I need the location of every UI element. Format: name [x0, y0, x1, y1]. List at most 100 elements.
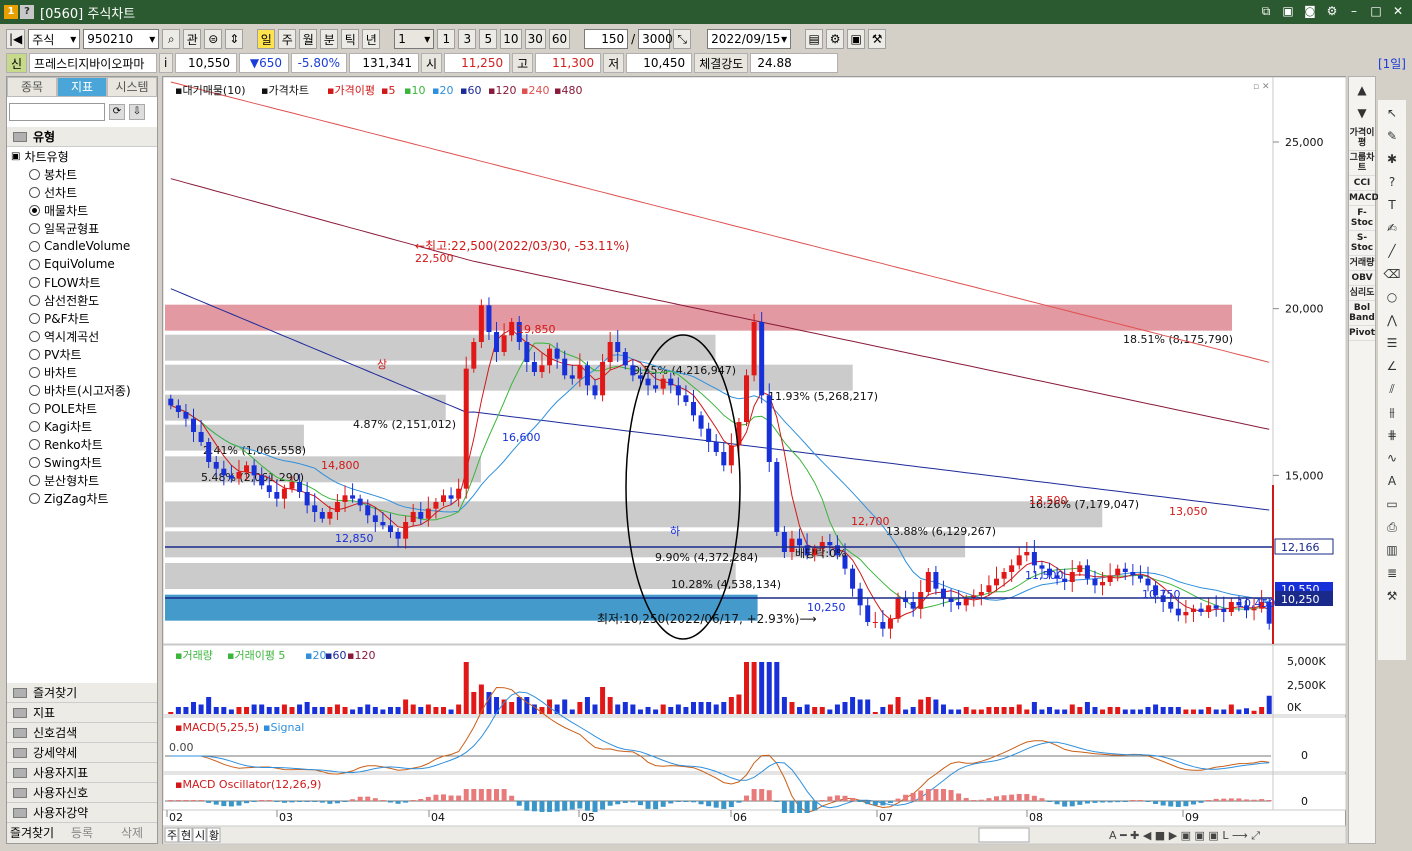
radio-icon[interactable]: [29, 492, 40, 504]
quick-3[interactable]: 3: [458, 29, 477, 49]
layers-icon[interactable]: ≣: [1382, 563, 1402, 583]
quick-10[interactable]: 10: [500, 29, 522, 49]
interval-select[interactable]: 1 ▾: [394, 29, 435, 49]
date-input[interactable]: 2022/09/15 ▾: [707, 29, 792, 49]
tab-indicator[interactable]: 지표: [57, 77, 107, 97]
radio-icon[interactable]: [29, 276, 40, 288]
download-icon[interactable]: ⇩: [129, 104, 145, 120]
eraser-icon[interactable]: ⌫: [1382, 264, 1402, 284]
search-icon[interactable]: ⌕: [162, 29, 181, 49]
period-month[interactable]: 월: [299, 29, 318, 49]
indicator-shortcut[interactable]: F-Stoc: [1349, 206, 1375, 231]
fib-icon[interactable]: ☰: [1382, 333, 1402, 353]
settings-icon[interactable]: ⚙: [1324, 3, 1340, 19]
spin-icon[interactable]: ⇕: [225, 29, 244, 49]
radio-icon[interactable]: [29, 294, 40, 306]
group-type[interactable]: 유형: [7, 127, 157, 147]
tools-icon[interactable]: ⚒: [868, 29, 887, 49]
indicator-shortcut[interactable]: OBV: [1349, 271, 1375, 286]
radio-icon[interactable]: [29, 240, 40, 252]
quick-5[interactable]: 5: [479, 29, 498, 49]
chart-type-item[interactable]: ZigZag차트: [11, 489, 157, 507]
grid-icon[interactable]: ⋕: [1382, 425, 1402, 445]
radio-icon[interactable]: [29, 204, 40, 216]
tool-icon[interactable]: ⚒: [1382, 586, 1402, 606]
radio-icon[interactable]: [29, 456, 40, 468]
indicator-search-input[interactable]: [9, 103, 105, 121]
help-icon[interactable]: ?: [1382, 172, 1402, 192]
indicator-shortcut[interactable]: 가격이평: [1349, 126, 1375, 151]
gear-icon[interactable]: ⚙: [826, 29, 845, 49]
delete-icon[interactable]: ✎: [1382, 126, 1402, 146]
radio-icon[interactable]: [29, 474, 40, 486]
quick-60[interactable]: 60: [548, 29, 571, 49]
indicator-shortcut[interactable]: S-Stoc: [1349, 231, 1375, 256]
chart-type-item[interactable]: 바차트: [11, 363, 157, 381]
line-icon[interactable]: ╱: [1382, 241, 1402, 261]
gann-icon[interactable]: ⫵: [1382, 402, 1402, 422]
print-icon[interactable]: ⎙: [1382, 517, 1402, 537]
folder-0[interactable]: 즐겨찾기: [7, 683, 157, 703]
indicator-shortcut[interactable]: 거래량: [1349, 256, 1375, 271]
radio-icon[interactable]: [29, 384, 40, 396]
scroll-up-icon[interactable]: ▲: [1352, 80, 1372, 100]
count-input[interactable]: 150: [584, 29, 629, 49]
cycle-icon[interactable]: ∿: [1382, 448, 1402, 468]
chart-type-item[interactable]: 삼선전환도: [11, 291, 157, 309]
compare-icon[interactable]: ⊜: [204, 29, 223, 49]
radio-icon[interactable]: [29, 222, 40, 234]
chart-type-item[interactable]: 역시계곡선: [11, 327, 157, 345]
stock-chart-svg[interactable]: 18.51% (8,175,790)9.55% (4,216,947)11.93…: [162, 76, 1347, 845]
folder-1[interactable]: 지표: [7, 703, 157, 723]
folder-4[interactable]: 사용자지표: [7, 763, 157, 783]
all-icon[interactable]: ✱: [1382, 149, 1402, 169]
bottom-tab-2[interactable]: 삭제: [107, 823, 157, 843]
period-year[interactable]: 년: [362, 29, 381, 49]
chart-type-item[interactable]: CandleVolume: [11, 237, 157, 255]
disk-icon[interactable]: ▣: [847, 29, 866, 49]
radio-icon[interactable]: [29, 402, 40, 414]
chart-type-item[interactable]: 분산형차트: [11, 471, 157, 489]
link-icon[interactable]: ⧉: [1258, 3, 1274, 19]
zoom-icon[interactable]: ⤡: [673, 29, 692, 49]
chart-type-item[interactable]: Kagi차트: [11, 417, 157, 435]
quick-1[interactable]: 1: [437, 29, 456, 49]
folder-3[interactable]: 강세약세: [7, 743, 157, 763]
prev-stock-icon[interactable]: |◀: [6, 29, 26, 49]
indicator-shortcut[interactable]: Bol Band: [1349, 301, 1375, 326]
tab-stock[interactable]: 종목: [7, 77, 57, 97]
save-icon[interactable]: ▣: [1280, 3, 1296, 19]
indicator-shortcut[interactable]: CCI: [1349, 176, 1375, 191]
period-day[interactable]: 일: [257, 29, 276, 49]
stock-code-input[interactable]: 950210 ▾: [83, 29, 160, 49]
close-button[interactable]: ✕: [1390, 3, 1406, 19]
channel-icon[interactable]: ⫽: [1382, 379, 1402, 399]
chart-type-item[interactable]: PV차트: [11, 345, 157, 363]
radio-icon[interactable]: [29, 348, 40, 360]
folder-5[interactable]: 사용자신호: [7, 783, 157, 803]
chart-bars-icon[interactable]: ▥: [1382, 540, 1402, 560]
text-icon[interactable]: T: [1382, 195, 1402, 215]
radio-icon[interactable]: [29, 330, 40, 342]
radio-icon[interactable]: [29, 420, 40, 432]
radio-icon[interactable]: [29, 366, 40, 378]
cursor-icon[interactable]: ↖: [1382, 103, 1402, 123]
angle-icon[interactable]: ∠: [1382, 356, 1402, 376]
radio-icon[interactable]: [29, 258, 40, 270]
radio-icon[interactable]: [29, 168, 40, 180]
auto-icon[interactable]: A: [1382, 471, 1402, 491]
chart-type-item[interactable]: 봉차트: [11, 165, 157, 183]
chart-type-item[interactable]: 매물차트: [11, 201, 157, 219]
chart-type-item[interactable]: 일목균형표: [11, 219, 157, 237]
chart-icon[interactable]: ▤: [805, 29, 824, 49]
chart-type-item[interactable]: POLE차트: [11, 399, 157, 417]
radio-icon[interactable]: [29, 186, 40, 198]
quick-30[interactable]: 30: [524, 29, 546, 49]
market-select[interactable]: 주식 ▾: [28, 29, 81, 49]
folder-2[interactable]: 신호검색: [7, 723, 157, 743]
scroll-down-icon[interactable]: ▼: [1352, 103, 1372, 123]
folder-6[interactable]: 사용자강약: [7, 803, 157, 823]
radio-icon[interactable]: [29, 312, 40, 324]
tree-root[interactable]: ▣ 차트유형: [11, 147, 157, 165]
circle-icon[interactable]: ○: [1382, 287, 1402, 307]
